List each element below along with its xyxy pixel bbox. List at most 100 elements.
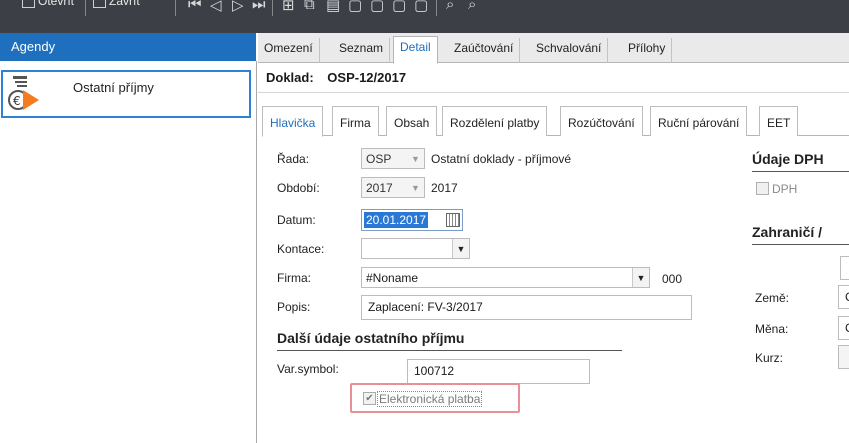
- firma-label: Firma:: [277, 271, 311, 285]
- dalsi-udaje-title: Další údaje ostatního příjmu: [277, 330, 465, 346]
- first-record-icon[interactable]: ⏮: [188, 0, 202, 13]
- tab-label: Schvalování: [536, 41, 602, 55]
- datum-value: 20.01.2017: [364, 212, 429, 228]
- search-icon[interactable]: ⌕: [446, 0, 454, 13]
- open-button[interactable]: Otevřít: [22, 0, 74, 8]
- var-symbol-label: Var.symbol:: [277, 362, 339, 376]
- agendy-panel: [0, 61, 257, 443]
- firma-select[interactable]: #Noname ▼: [361, 267, 650, 288]
- copy-record-icon[interactable]: ⧉: [304, 0, 315, 13]
- section-underline: [752, 244, 849, 245]
- tab-label: Obsah: [394, 116, 430, 130]
- var-symbol-value: 100712: [414, 364, 455, 378]
- toolbar-separator: [85, 0, 86, 16]
- last-record-icon[interactable]: ⏭: [252, 0, 266, 13]
- calendar-icon[interactable]: [446, 213, 460, 227]
- tab-omezeni[interactable]: Omezení: [258, 38, 320, 63]
- mena-select[interactable]: C: [838, 316, 849, 340]
- popis-input[interactable]: Zaplacení: FV-3/2017: [361, 295, 692, 320]
- open-button-label: Otevřít: [38, 0, 75, 8]
- zeme-select[interactable]: C: [838, 285, 849, 309]
- dph-label: DPH: [772, 182, 798, 196]
- rada-description: Ostatní doklady - příjmové: [431, 152, 572, 166]
- main-toolbar: Otevřít Zavřít ⏮ ◁ ▷ ⏭ ⊞ ⧉ ▤ ▢ ▢ ▢ ▢ ⌕ ⌕: [0, 0, 849, 33]
- mena-value: C: [845, 321, 849, 335]
- section-underline: [752, 171, 849, 172]
- detail-tabs: Hlavička Firma Obsah Rozdělení platby Ro…: [262, 104, 849, 137]
- tab-label: Firma: [340, 116, 371, 130]
- elektronicka-platba-checkbox[interactable]: ✔: [363, 392, 376, 405]
- tab-label: Omezení: [264, 41, 313, 55]
- zahranici-title: Zahraničí /: [752, 224, 823, 240]
- toolbar-separator: [436, 0, 437, 16]
- datum-input[interactable]: 20.01.2017: [361, 209, 463, 231]
- previous-record-icon[interactable]: ◁: [210, 0, 222, 14]
- toolbar-separator: [272, 0, 273, 16]
- section-underline: [277, 350, 622, 351]
- tab-firma[interactable]: Firma: [332, 106, 379, 136]
- obdobi-label: Období:: [277, 181, 320, 195]
- next-record-icon[interactable]: ▷: [232, 0, 244, 14]
- kurz-input[interactable]: [838, 345, 849, 369]
- tab-rozuctovani[interactable]: Rozúčtování: [560, 106, 643, 136]
- rada-label: Řada:: [277, 152, 310, 166]
- tab-prilohy[interactable]: Přílohy: [622, 38, 673, 63]
- tab-detail[interactable]: Detail: [393, 36, 438, 64]
- tab-rucni-parovani[interactable]: Ruční párování: [650, 106, 748, 136]
- tab-obsah[interactable]: Obsah: [386, 106, 438, 136]
- tab-label: Ruční párování: [658, 116, 740, 130]
- tab-label: Přílohy: [628, 41, 666, 55]
- kurz-label: Kurz:: [755, 351, 784, 365]
- zeme-label: Země:: [755, 291, 790, 305]
- document-check-icon[interactable]: ▢: [414, 0, 428, 14]
- doklad-header: Doklad: OSP-12/2017: [266, 70, 406, 85]
- view-tabs: Omezení Seznam Detail Zaúčtování Schvalo…: [258, 33, 849, 64]
- sidebar-item-ostatni-prijmy[interactable]: € Ostatní příjmy: [1, 70, 251, 118]
- chevron-down-icon[interactable]: ▼: [407, 149, 424, 168]
- tab-label: Rozúčtování: [568, 116, 635, 130]
- tab-eet[interactable]: EET: [759, 106, 799, 136]
- dph-checkbox[interactable]: [756, 182, 769, 195]
- obdobi-description: 2017: [431, 181, 458, 195]
- svg-text:€: €: [13, 94, 21, 108]
- close-button-label: Zavřít: [109, 0, 140, 8]
- rada-value: OSP: [366, 152, 392, 166]
- new-record-icon[interactable]: ⊞: [282, 0, 295, 14]
- kontace-select[interactable]: ▼: [361, 238, 470, 259]
- documents-icon[interactable]: ▢: [392, 0, 406, 14]
- firma-code: 000: [662, 272, 683, 286]
- tab-label: Hlavička: [270, 116, 316, 130]
- doklad-label: Doklad:: [266, 70, 314, 85]
- popis-value: Zaplacení: FV-3/2017: [368, 300, 483, 314]
- datum-label: Datum:: [277, 213, 316, 227]
- document-icon[interactable]: ▢: [348, 0, 362, 14]
- tab-zauctovani[interactable]: Zaúčtování: [448, 38, 521, 63]
- sidebar-item-label: Ostatní příjmy: [73, 79, 154, 95]
- chevron-down-icon[interactable]: ▼: [452, 239, 469, 258]
- tab-hlavicka[interactable]: Hlavička: [262, 106, 324, 137]
- chevron-down-icon[interactable]: ▼: [407, 178, 424, 197]
- close-icon: [93, 0, 106, 8]
- search-settings-icon[interactable]: ⌕: [468, 0, 476, 13]
- divider: [258, 92, 849, 93]
- open-icon: [22, 0, 35, 8]
- toolbar-separator: [175, 0, 176, 16]
- tab-label: Zaúčtování: [454, 41, 514, 55]
- tab-label: Rozdělení platby: [450, 116, 540, 130]
- tab-label: EET: [767, 116, 791, 130]
- rada-select[interactable]: OSP ▼: [361, 148, 425, 169]
- tab-rozdeleni-platby[interactable]: Rozdělení platby: [442, 106, 548, 136]
- tab-schvalovani[interactable]: Schvalování: [530, 38, 609, 63]
- var-symbol-input[interactable]: 100712: [407, 359, 590, 384]
- chevron-down-icon[interactable]: ▼: [632, 268, 649, 287]
- obdobi-select[interactable]: 2017 ▼: [361, 177, 425, 198]
- save-icon[interactable]: ▤: [326, 0, 340, 14]
- doklad-number: OSP-12/2017: [327, 70, 407, 85]
- obdobi-value: 2017: [366, 181, 393, 195]
- tab-seznam[interactable]: Seznam: [333, 38, 391, 63]
- zahranici-field[interactable]: [840, 256, 849, 280]
- close-button[interactable]: Zavřít: [93, 0, 140, 8]
- document-edit-icon[interactable]: ▢: [370, 0, 384, 14]
- tab-label: Detail: [400, 40, 431, 54]
- mena-label: Měna:: [755, 322, 789, 336]
